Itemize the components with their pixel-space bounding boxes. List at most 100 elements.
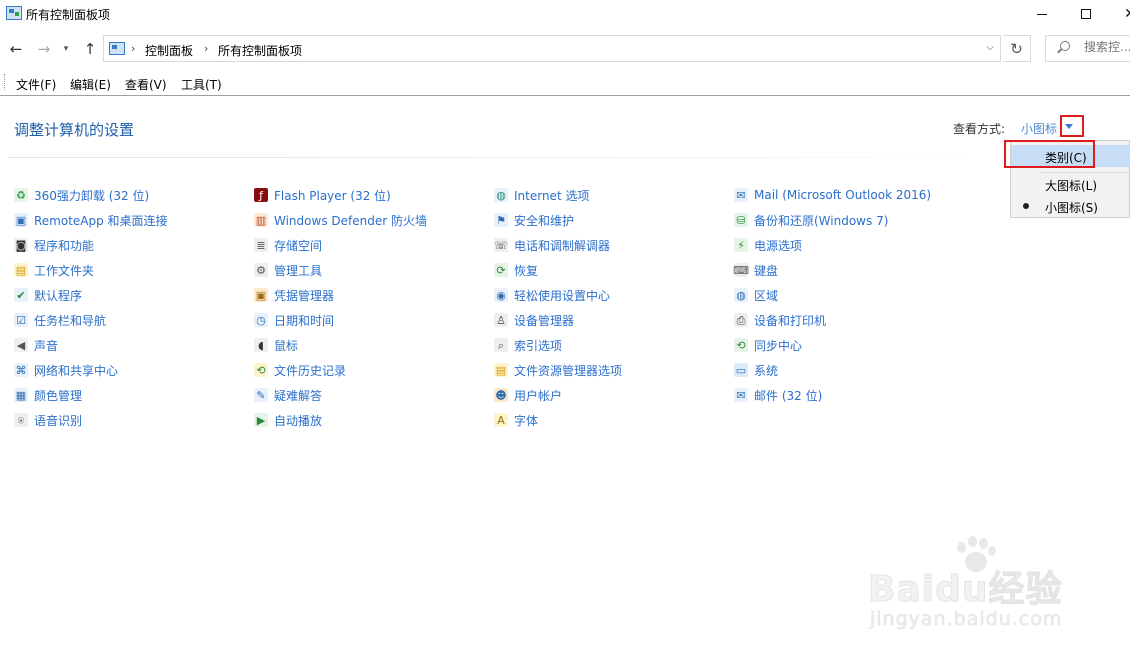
control-panel-item[interactable]: ▶ 自动播放 — [254, 411, 322, 429]
refresh-button[interactable]: ↻ — [1003, 35, 1031, 62]
control-panel-item-label: 日期和时间 — [274, 313, 335, 328]
uninstall-icon: ♻ — [14, 188, 28, 202]
menu-tools[interactable]: 工具(T) — [181, 76, 222, 93]
control-panel-item[interactable]: ◉ 轻松使用设置中心 — [494, 286, 610, 304]
watermark-brand: Baidu经验 — [868, 569, 1063, 611]
menu-view[interactable]: 查看(V) — [125, 76, 167, 93]
chevron-right-icon[interactable]: › — [204, 42, 208, 55]
control-panel-item[interactable]: ≣ 存储空间 — [254, 236, 322, 254]
menu-edit[interactable]: 编辑(E) — [70, 76, 111, 93]
control-panel-item[interactable]: ▦ 颜色管理 — [14, 386, 82, 404]
control-panel-item-label: 颜色管理 — [34, 388, 83, 403]
control-panel-item[interactable]: ♙ 设备管理器 — [494, 311, 574, 329]
mail-32-icon: ✉ — [734, 388, 748, 402]
view-option-small-icons[interactable]: 小图标(S) — [1011, 195, 1130, 217]
device-manager-icon: ♙ — [494, 313, 508, 327]
control-panel-item[interactable]: ⌕ 索引选项 — [494, 336, 562, 354]
minimize-button[interactable] — [1019, 0, 1065, 28]
file-history-icon: ⟲ — [254, 363, 268, 377]
control-panel-item-label: 键盘 — [754, 263, 779, 278]
control-panel-item-label: 鼠标 — [274, 338, 299, 353]
control-panel-item-label: 恢复 — [514, 263, 539, 278]
forward-button[interactable]: → — [34, 38, 54, 60]
control-panel-item[interactable]: ▭ 系统 — [734, 361, 778, 379]
control-panel-item[interactable]: ⟲ 文件历史记录 — [254, 361, 346, 379]
close-button[interactable]: ✕ — [1107, 0, 1130, 28]
control-panel-item[interactable]: ◀ 声音 — [14, 336, 58, 354]
control-panel-item[interactable]: ▥ Windows Defender 防火墙 — [254, 211, 427, 229]
control-panel-item-label: 任务栏和导航 — [34, 313, 107, 328]
refresh-icon: ↻ — [1010, 39, 1023, 58]
control-panel-item-label: 设备管理器 — [514, 313, 575, 328]
view-by-dropdown-button[interactable] — [1060, 115, 1084, 137]
breadcrumb-all-items[interactable]: 所有控制面板项 — [218, 42, 302, 59]
control-panel-item[interactable]: ✉ Mail (Microsoft Outlook 2016) — [734, 186, 931, 204]
chevron-right-icon[interactable]: › — [131, 42, 135, 55]
sync-icon: ⟲ — [734, 338, 748, 352]
control-panel-item-label: 管理工具 — [274, 263, 323, 278]
control-panel-item[interactable]: ☏ 电话和调制解调器 — [494, 236, 610, 254]
control-panel-item[interactable]: ⚑ 安全和维护 — [494, 211, 574, 229]
control-panel-item[interactable]: ◍ Internet 选项 — [494, 186, 589, 204]
firewall-icon: ▥ — [254, 213, 268, 227]
control-panel-item[interactable]: ▣ RemoteApp 和桌面连接 — [14, 211, 168, 229]
control-panel-item-label: 系统 — [754, 363, 779, 378]
control-panel-item-label: RemoteApp 和桌面连接 — [34, 213, 168, 228]
control-panel-item[interactable]: ▤ 文件资源管理器选项 — [494, 361, 622, 379]
menu-grip — [4, 74, 5, 90]
page-title: 调整计算机的设置 — [14, 121, 135, 139]
control-panel-item[interactable]: ⌘ 网络和共享中心 — [14, 361, 118, 379]
control-panel-item-label: 声音 — [34, 338, 59, 353]
control-panel-item[interactable]: ◷ 日期和时间 — [254, 311, 334, 329]
backup-icon: ⛁ — [734, 213, 748, 227]
control-panel-item[interactable]: ⍟ 语音识别 — [14, 411, 82, 429]
mail-icon: ✉ — [734, 188, 748, 202]
control-panel-item[interactable]: ⎙ 设备和打印机 — [734, 311, 826, 329]
view-by-value[interactable]: 小图标 — [1021, 120, 1057, 137]
printer-icon: ⎙ — [734, 313, 748, 327]
control-panel-item[interactable]: ⛁ 备份和还原(Windows 7) — [734, 211, 888, 229]
control-panel-item[interactable]: ▣ 凭据管理器 — [254, 286, 334, 304]
maximize-button[interactable] — [1063, 0, 1109, 28]
control-panel-item[interactable]: ƒ Flash Player (32 位) — [254, 186, 391, 204]
default-programs-icon: ✔ — [14, 288, 28, 302]
control-panel-item[interactable]: ♻ 360强力卸载 (32 位) — [14, 186, 149, 204]
control-panel-item-label: 备份和还原(Windows 7) — [754, 213, 889, 228]
control-panel-item[interactable]: ☑ 任务栏和导航 — [14, 311, 106, 329]
search-box[interactable] — [1045, 35, 1130, 62]
control-panel-item[interactable]: A 字体 — [494, 411, 538, 429]
control-panel-item[interactable]: ⚡ 电源选项 — [734, 236, 802, 254]
search-icon — [1060, 41, 1070, 51]
up-button[interactable]: ↑ — [80, 38, 100, 60]
control-panel-item-label: 凭据管理器 — [274, 288, 335, 303]
control-panel-item[interactable]: ◖ 鼠标 — [254, 336, 298, 354]
control-panel-item[interactable]: ✉ 邮件 (32 位) — [734, 386, 822, 404]
navigation-bar: ← → ▾ ↑ › 控制面板 › 所有控制面板项 ⌵ ↻ — [0, 34, 1130, 64]
search-input[interactable] — [1084, 40, 1130, 54]
view-option-large-icons[interactable]: 大图标(L) — [1011, 173, 1130, 195]
control-panel-item[interactable]: ⌨ 键盘 — [733, 261, 779, 279]
address-bar[interactable]: › 控制面板 › 所有控制面板项 ⌵ — [103, 35, 1001, 62]
control-panel-item-label: 工作文件夹 — [34, 263, 95, 278]
control-panel-item[interactable]: ⚙ 管理工具 — [254, 261, 322, 279]
control-panel-item[interactable]: ⟲ 同步中心 — [734, 336, 802, 354]
indexing-icon: ⌕ — [494, 338, 508, 352]
control-panel-item[interactable]: ☻ 用户帐户 — [494, 386, 562, 404]
control-panel-icon — [6, 6, 22, 20]
control-panel-item[interactable]: ✎ 疑难解答 — [254, 386, 322, 404]
troubleshoot-icon: ✎ — [254, 388, 268, 402]
phone-icon: ☏ — [494, 238, 508, 252]
control-panel-item-label: 文件资源管理器选项 — [514, 363, 623, 378]
control-panel-item[interactable]: ◙ 程序和功能 — [14, 236, 94, 254]
recent-locations-button[interactable]: ▾ — [60, 38, 72, 60]
control-panel-item[interactable]: ◍ 区域 — [734, 286, 778, 304]
control-panel-item-label: 程序和功能 — [34, 238, 95, 253]
control-panel-item[interactable]: ✔ 默认程序 — [14, 286, 82, 304]
control-panel-item[interactable]: ⟳ 恢复 — [494, 261, 538, 279]
breadcrumb-control-panel[interactable]: 控制面板 — [145, 42, 193, 59]
back-button[interactable]: ← — [6, 38, 26, 60]
control-panel-item[interactable]: ▤ 工作文件夹 — [14, 261, 94, 279]
ease-of-access-icon: ◉ — [494, 288, 508, 302]
address-history-chevron-icon[interactable]: ⌵ — [986, 42, 994, 53]
menu-file[interactable]: 文件(F) — [16, 76, 56, 93]
